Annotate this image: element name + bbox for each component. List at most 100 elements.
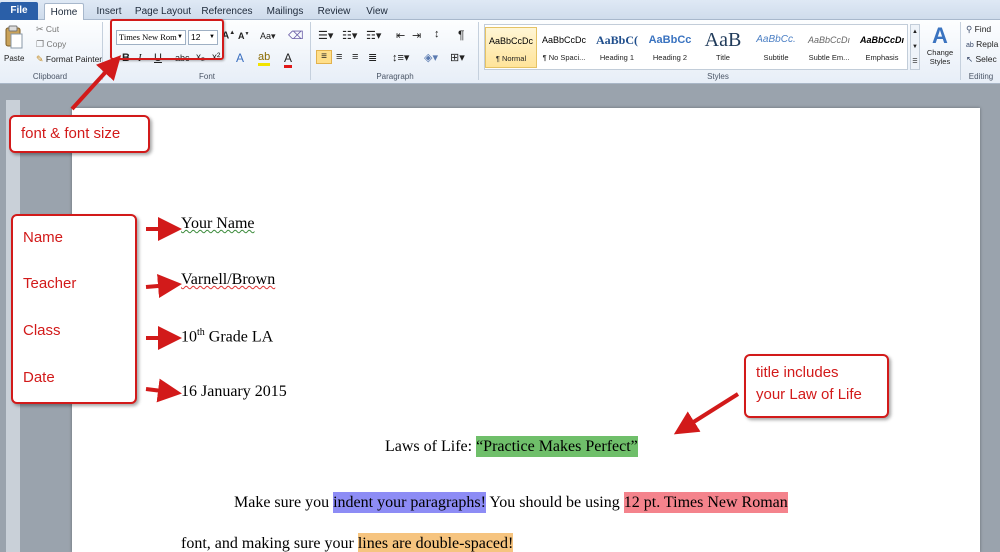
tab-file[interactable]: File — [0, 2, 38, 20]
style-preview: AaBbCcDc — [488, 36, 533, 46]
label-name: Name — [23, 229, 64, 246]
copy-label: Copy — [46, 39, 67, 49]
doc-class-number: 10 — [181, 328, 197, 346]
style-subtitle[interactable]: AaBbCc. Subtitle — [750, 27, 802, 68]
tab-mailings[interactable]: Mailings — [262, 3, 308, 20]
style-normal[interactable]: AaBbCcDc ¶ Normal — [485, 27, 537, 68]
doc-paragraph-line-2[interactable]: font, and making sure your lines are dou… — [181, 533, 514, 552]
select-button[interactable]: ↖ Selec — [966, 54, 997, 65]
format-painter-label: Format Painter — [45, 54, 103, 64]
font-note-callout: font & font size — [9, 115, 150, 153]
align-left-icon[interactable]: ≡ — [316, 50, 332, 64]
paste-button[interactable]: Paste — [4, 24, 26, 68]
copy-icon: ❐ — [36, 39, 45, 49]
doc-title[interactable]: Laws of Life: “Practice Makes Perfect” — [385, 436, 638, 457]
label-class: Class — [23, 322, 61, 339]
doc-class-superscript: th — [197, 327, 205, 338]
doc-teacher-text: Varnell/Brown — [181, 271, 276, 288]
decrease-indent-icon[interactable]: ⇤ — [396, 29, 405, 42]
tab-page-layout[interactable]: Page Layout — [134, 3, 192, 20]
font-note-text: font & font size — [21, 125, 121, 142]
shading-icon[interactable]: ◈▾ — [424, 51, 438, 64]
format-painter-button[interactable]: ✎ Format Painter — [36, 54, 102, 65]
replace-label: Repla — [976, 39, 999, 49]
title-note-callout: title includes your Law of Life — [744, 354, 889, 418]
replace-button[interactable]: ab Repla — [966, 39, 998, 49]
style-heading-1[interactable]: AaBbC( Heading 1 — [591, 27, 643, 68]
style-preview: AaBbCcDı — [859, 35, 904, 45]
doc-para-text: Make sure you — [234, 494, 334, 511]
heading-labels-callout: Name Teacher Class Date — [11, 214, 137, 404]
numbering-icon[interactable]: ☷▾ — [342, 29, 357, 42]
font-group-label: Font — [198, 72, 215, 81]
sort-icon[interactable]: ↕ — [434, 28, 440, 40]
tab-view[interactable]: View — [360, 3, 394, 20]
style-name: Heading 1 — [599, 53, 635, 62]
paintbrush-icon: ✎ — [36, 54, 44, 64]
align-right-icon[interactable]: ≡ — [352, 51, 358, 63]
style-name: Title — [716, 53, 730, 62]
replace-icon: ab — [966, 42, 974, 49]
group-separator — [960, 22, 961, 80]
scissors-icon: ✂ — [36, 24, 44, 34]
group-separator — [102, 22, 103, 80]
style-preview: AaBbCc — [648, 34, 692, 46]
change-styles-button[interactable]: A Change Styles — [924, 24, 956, 70]
text-effects-icon[interactable]: A — [236, 51, 244, 65]
doc-date-text: 16 January 2015 — [181, 383, 287, 400]
style-preview: AaBbCcDc — [541, 35, 586, 45]
clear-formatting-icon[interactable]: ⌫ — [288, 29, 304, 42]
style-heading-2[interactable]: AaBbCc Heading 2 — [644, 27, 696, 68]
binoculars-icon: ⚲ — [966, 24, 973, 34]
copy-button[interactable]: ❐ Copy — [36, 39, 66, 50]
font-controls-highlight-box — [110, 19, 224, 60]
doc-student-name[interactable]: Your Name — [181, 215, 254, 233]
shrink-font-icon[interactable]: A▼ — [238, 31, 249, 41]
style-name: ¶ No Spaci... — [542, 53, 586, 62]
doc-font-highlight: 12 pt. Times New Roman — [623, 492, 788, 513]
style-name: ¶ Normal — [495, 54, 527, 63]
style-title[interactable]: AaB Title — [697, 27, 749, 68]
increase-indent-icon[interactable]: ⇥ — [412, 29, 421, 42]
doc-date[interactable]: 16 January 2015 — [181, 383, 287, 401]
font-color-icon[interactable]: A — [284, 51, 293, 68]
style-preview: AaBbCc. — [756, 34, 796, 45]
style-name: Heading 2 — [652, 53, 688, 62]
styles-scroll[interactable]: ▲ ▼ ☰ — [910, 24, 920, 70]
group-separator — [310, 22, 311, 80]
label-date: Date — [23, 369, 55, 386]
justify-icon[interactable]: ≣ — [368, 51, 377, 64]
change-styles-label: Change Styles — [926, 48, 954, 66]
doc-name-text: Your Name — [181, 215, 255, 232]
bullets-icon[interactable]: ☰▾ — [318, 29, 333, 42]
show-formatting-icon[interactable]: ¶ — [458, 28, 464, 42]
style-no-spacing[interactable]: AaBbCcDc ¶ No Spaci... — [538, 27, 590, 68]
tab-review[interactable]: Review — [314, 3, 354, 20]
line-spacing-icon[interactable]: ↕≡▾ — [392, 51, 409, 64]
style-preview: AaB — [704, 29, 742, 51]
multilevel-list-icon[interactable]: ☶▾ — [366, 29, 381, 42]
cut-button[interactable]: ✂ Cut — [36, 24, 59, 35]
select-label: Selec — [975, 54, 997, 64]
borders-icon[interactable]: ⊞▾ — [450, 51, 465, 64]
doc-para-text: You should be using — [485, 494, 624, 511]
doc-paragraph-line-1[interactable]: Make sure you indent your paragraphs! Yo… — [234, 492, 788, 513]
find-button[interactable]: ⚲ Find — [966, 24, 991, 35]
tab-insert[interactable]: Insert — [90, 3, 128, 20]
label-teacher: Teacher — [23, 275, 77, 292]
tab-home[interactable]: Home — [44, 3, 84, 20]
paragraph-group-label: Paragraph — [376, 72, 414, 81]
title-note-line-2: your Law of Life — [756, 386, 862, 403]
change-case-icon[interactable]: Aa▾ — [260, 31, 276, 42]
paste-label: Paste — [4, 54, 25, 63]
doc-spacing-highlight: lines are double-spaced! — [357, 533, 514, 552]
doc-class[interactable]: 10th Grade LA — [181, 327, 273, 346]
styles-gallery: AaBbCcDc ¶ Normal AaBbCcDc ¶ No Spaci...… — [484, 24, 908, 70]
doc-title-prefix: Laws of Life: — [385, 438, 477, 455]
align-center-icon[interactable]: ≡ — [336, 51, 342, 63]
style-emphasis[interactable]: AaBbCcDı Emphasis — [856, 27, 908, 68]
style-subtle-emphasis[interactable]: AaBbCcDı Subtle Em... — [803, 27, 855, 68]
highlight-color-icon[interactable]: ab — [258, 51, 271, 66]
doc-teacher[interactable]: Varnell/Brown — [181, 271, 275, 289]
tab-references[interactable]: References — [200, 3, 254, 20]
